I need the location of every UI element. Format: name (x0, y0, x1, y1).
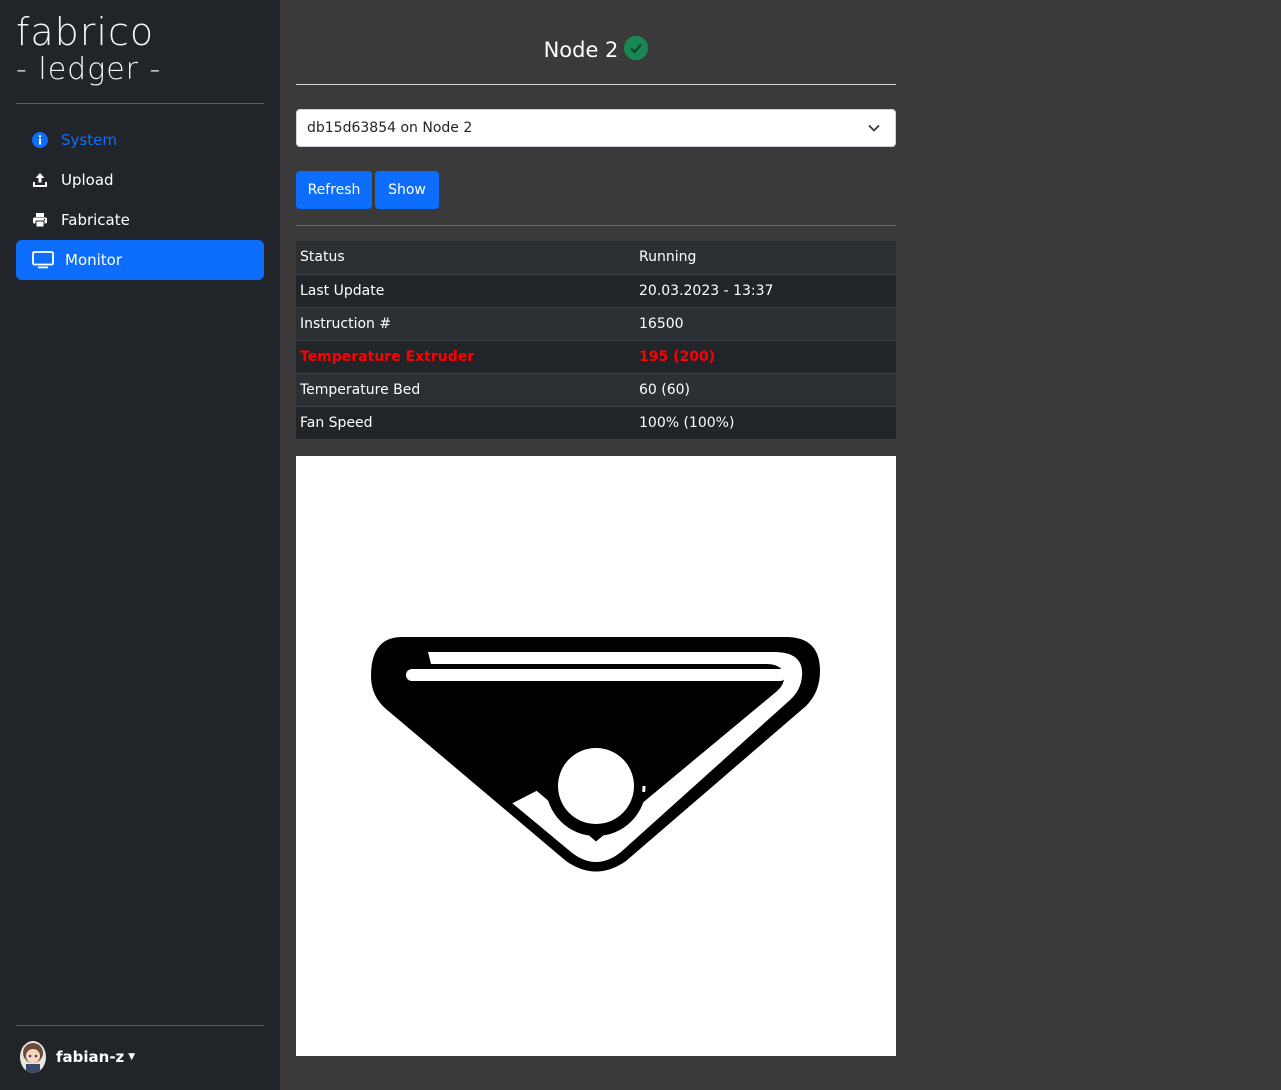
table-row: Fan Speed 100% (100%) (296, 406, 896, 440)
row-value: 20.03.2023 - 13:37 (635, 274, 896, 308)
status-table: Status Running Last Update 20.03.2023 - … (296, 241, 896, 440)
row-label: Temperature Bed (296, 373, 635, 407)
brand-line2: - ledger - (16, 52, 162, 87)
sidebar-item-label: Monitor (65, 251, 123, 269)
sidebar-item-fabricate[interactable]: Fabricate (16, 200, 264, 240)
row-label: Status (296, 241, 635, 275)
chevron-down-icon (867, 121, 881, 139)
title-divider (296, 84, 896, 85)
sidebar-item-monitor[interactable]: Monitor (16, 240, 264, 280)
check-circle-icon (624, 36, 649, 60)
job-select-value: db15d63854 on Node 2 (307, 120, 473, 136)
show-button[interactable]: Show (375, 171, 439, 209)
info-icon (32, 132, 48, 148)
page-title: Node 2 (296, 36, 896, 62)
row-value: 16500 (635, 307, 896, 341)
sidebar: fabrico - ledger - System Upload Fabrica… (0, 0, 280, 1090)
table-row-alert: Temperature Extruder 195 (200) (296, 340, 896, 374)
controls-divider (296, 225, 896, 226)
node-title: Node 2 (543, 38, 619, 62)
row-value: Running (635, 241, 896, 275)
user-name: fabian-z (56, 1048, 125, 1066)
upload-icon (32, 172, 48, 188)
caret-down-icon: ▼ (128, 1052, 136, 1062)
row-value: 100% (100%) (635, 406, 896, 440)
sidebar-item-system[interactable]: System (16, 120, 264, 160)
job-select[interactable]: db15d63854 on Node 2 (296, 109, 896, 147)
layer-preview-image (371, 637, 820, 872)
sidebar-divider-top (16, 103, 264, 104)
row-label: Last Update (296, 274, 635, 308)
avatar (20, 1041, 46, 1073)
sidebar-nav: System Upload Fabricate Monitor (16, 120, 264, 280)
table-row: Status Running (296, 241, 896, 275)
brand-line1: fabrico (16, 10, 155, 54)
table-row: Last Update 20.03.2023 - 13:37 (296, 274, 896, 308)
row-label: Fan Speed (296, 406, 635, 440)
user-menu[interactable]: fabian-z ▼ (20, 1041, 135, 1073)
print-preview (296, 456, 896, 1056)
row-label: Temperature Extruder (296, 340, 635, 374)
sidebar-item-label: System (61, 131, 117, 149)
refresh-button[interactable]: Refresh (296, 171, 372, 209)
row-value: 60 (60) (635, 373, 896, 407)
monitor-icon (32, 251, 54, 269)
brand-logo[interactable]: fabrico - ledger - (16, 12, 161, 88)
table-row: Temperature Bed 60 (60) (296, 373, 896, 407)
table-row: Instruction # 16500 (296, 307, 896, 341)
row-value: 195 (200) (635, 340, 896, 374)
row-label: Instruction # (296, 307, 635, 341)
printer-icon (32, 212, 48, 228)
sidebar-item-upload[interactable]: Upload (16, 160, 264, 200)
sidebar-item-label: Fabricate (61, 211, 130, 229)
sidebar-item-label: Upload (61, 171, 114, 189)
sidebar-divider-bottom (16, 1025, 264, 1026)
